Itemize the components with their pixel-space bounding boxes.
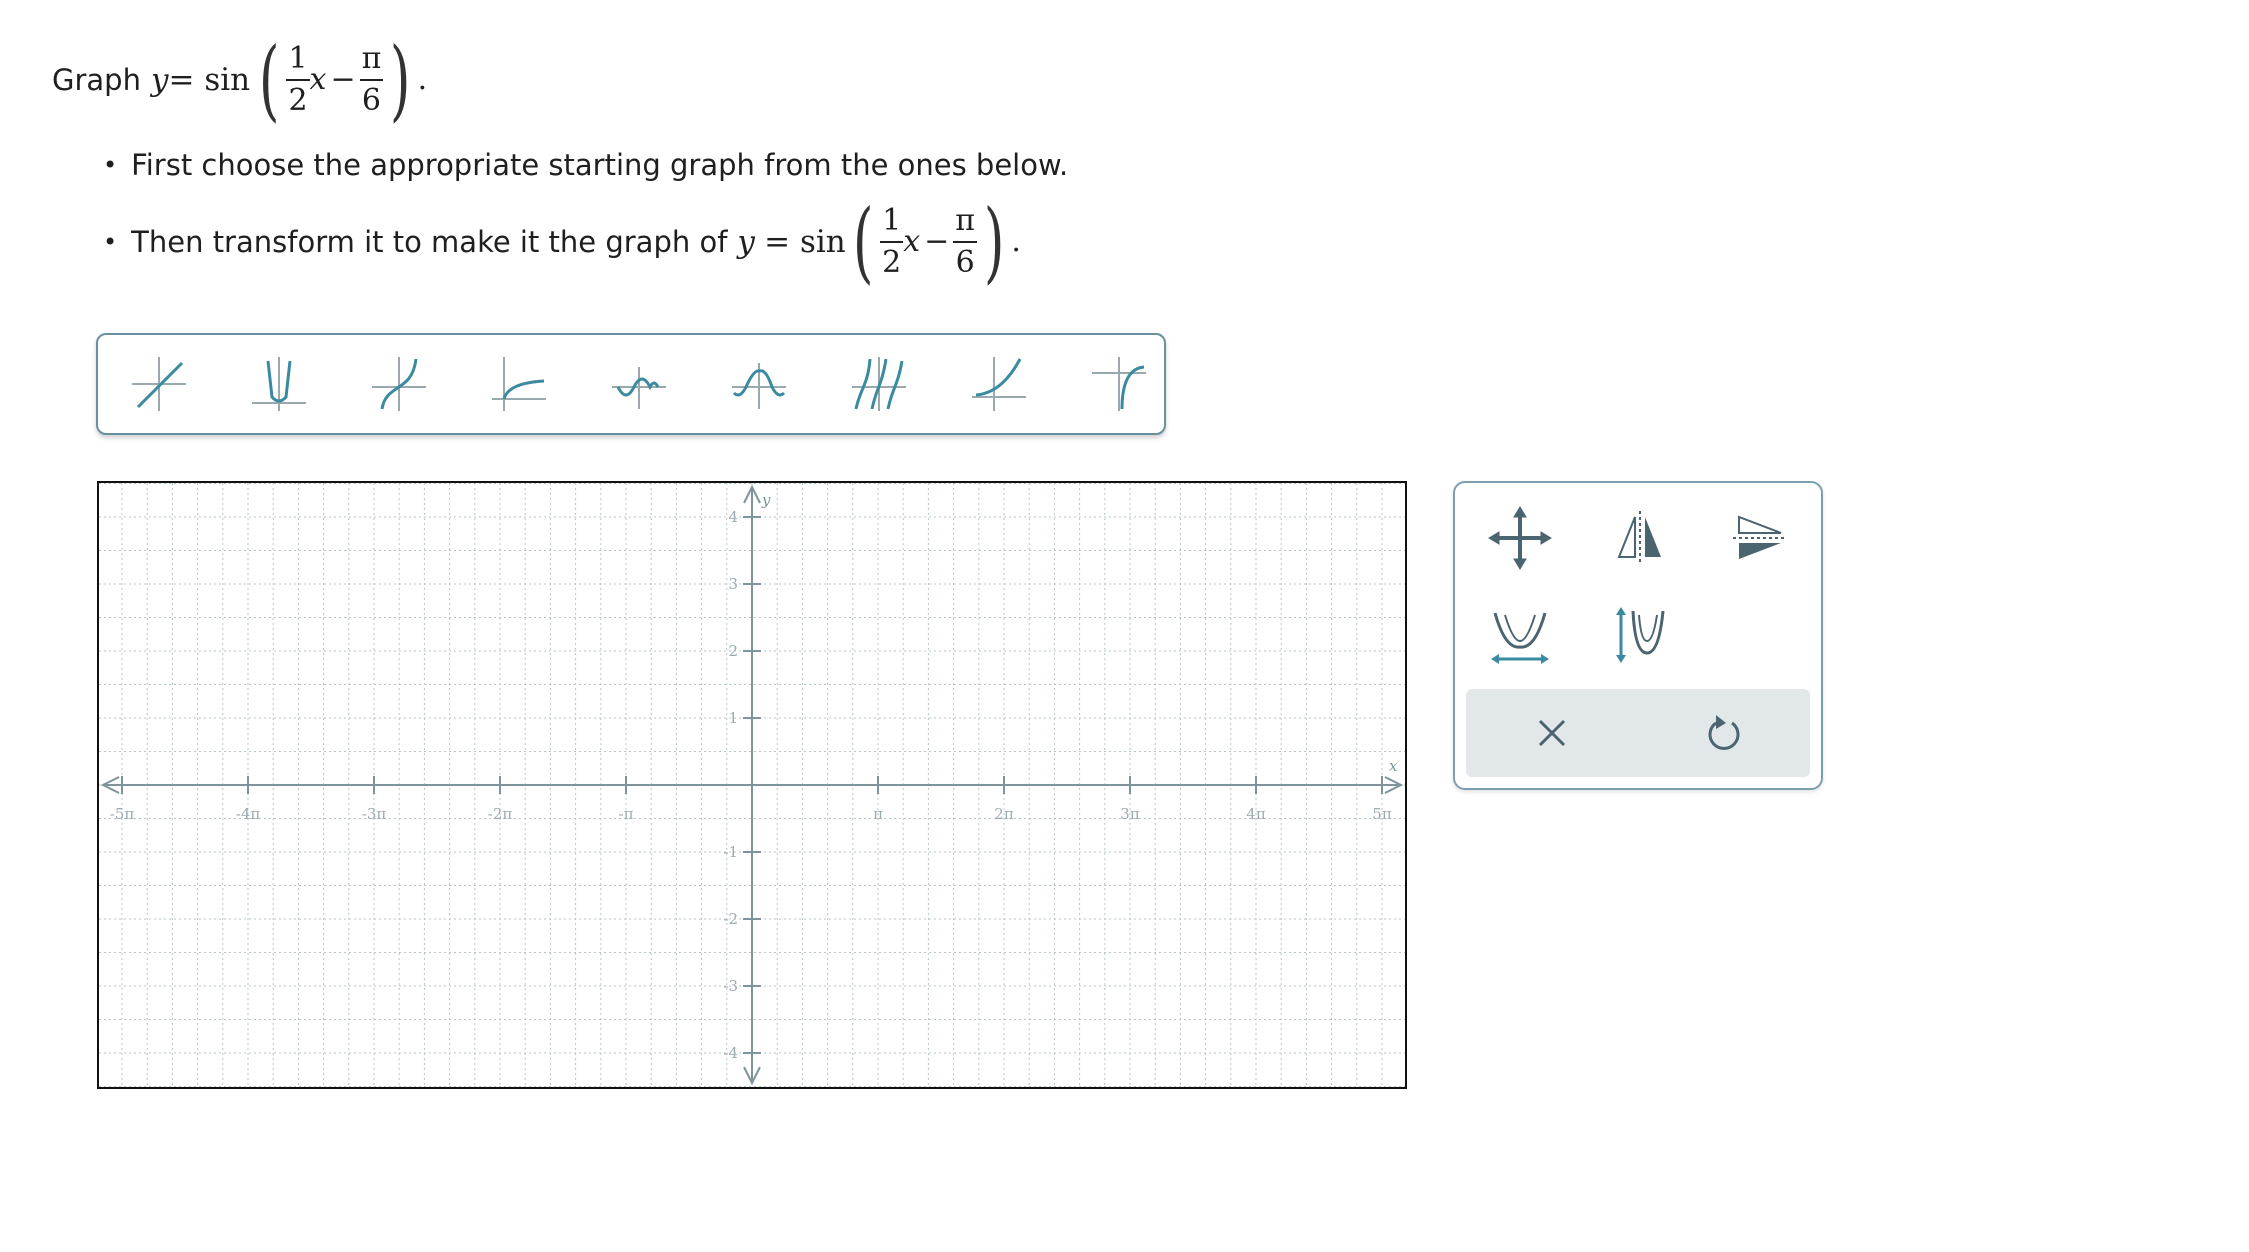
- cosine-graph-icon[interactable]: [728, 353, 790, 415]
- prompt-var: y: [150, 61, 169, 98]
- tangent-graph-icon[interactable]: [848, 353, 910, 415]
- left-paren: (: [258, 28, 280, 131]
- linear-graph-icon[interactable]: [128, 353, 190, 415]
- y-tick-label: 3: [728, 575, 738, 593]
- cubic-graph-icon[interactable]: [368, 353, 430, 415]
- fraction-pi-6: π 6: [953, 202, 977, 280]
- x-tick-label: 2π: [994, 805, 1014, 823]
- instruction-2-text: Then transform it to make it the graph o…: [131, 224, 728, 259]
- fraction-pi-6: π 6: [359, 40, 384, 118]
- exponential-graph-icon[interactable]: [968, 353, 1030, 415]
- axes: [100, 484, 1404, 1086]
- x-tick-label: -4π: [236, 805, 261, 823]
- prompt-eq: = sin: [168, 61, 251, 98]
- reciprocal-graph-icon[interactable]: [1088, 353, 1150, 415]
- instruction-period: .: [1011, 224, 1021, 259]
- absolute-value-graph-icon[interactable]: [248, 353, 310, 415]
- sine-graph-icon[interactable]: [608, 353, 670, 415]
- fraction-half: 1 2: [286, 40, 310, 118]
- x-axis-label: x: [1389, 757, 1398, 775]
- instructions-list: • First choose the appropriate starting …: [103, 148, 1068, 301]
- right-paren: ): [390, 28, 411, 131]
- instruction-eq: = sin: [764, 223, 846, 260]
- bullet-dot: •: [103, 227, 118, 256]
- starting-graph-toolbar: [96, 333, 1166, 435]
- y-tick-label: 4: [728, 508, 738, 526]
- clear-icon[interactable]: [1522, 703, 1582, 763]
- y-tick-label: -1: [723, 843, 738, 861]
- instruction-var: y: [737, 223, 755, 260]
- fraction-half: 1 2: [880, 202, 904, 280]
- square-root-graph-icon[interactable]: [488, 353, 550, 415]
- ticks: x y -5π -4π -3π -2π -π π 2π 3π 4π 5π 4 3 2 1 -1 -2 -3 -4: [110, 491, 1398, 1062]
- prompt-x: x: [309, 62, 327, 97]
- reflect-horizontal-icon[interactable]: [1605, 503, 1675, 573]
- y-tick-label: -4: [723, 1044, 738, 1062]
- horizontal-stretch-icon[interactable]: [1485, 601, 1555, 671]
- instruction-1: • First choose the appropriate starting …: [103, 148, 1068, 182]
- graphing-canvas[interactable]: x y -5π -4π -3π -2π -π π 2π 3π 4π 5π 4 3 2 1 -1 -2 -3 -4: [97, 481, 1407, 1089]
- x-tick-label: -2π: [488, 805, 513, 823]
- instruction-2: • Then transform it to make it the graph…: [103, 190, 1068, 293]
- x-tick-label: -5π: [110, 805, 135, 823]
- x-tick-label: -π: [619, 805, 634, 823]
- prompt-lead: Graph: [52, 62, 141, 97]
- undo-icon[interactable]: [1694, 703, 1754, 763]
- x-tick-label: 3π: [1120, 805, 1140, 823]
- instruction-1-text: First choose the appropriate starting gr…: [131, 148, 1069, 182]
- bullet-dot: •: [103, 151, 118, 179]
- y-axis-label: y: [761, 491, 771, 509]
- y-tick-label: -3: [723, 977, 738, 995]
- right-paren: ): [983, 190, 1005, 293]
- transformation-tools-panel: [1453, 481, 1823, 790]
- instruction-minus: −: [924, 224, 950, 259]
- tool-action-bar: [1466, 689, 1810, 777]
- problem-statement: Graph y = sin ( 1 2 x − π 6 ) .: [52, 28, 427, 131]
- reflect-vertical-icon[interactable]: [1725, 503, 1795, 573]
- y-tick-label: 2: [728, 642, 738, 660]
- vertical-stretch-icon[interactable]: [1605, 601, 1675, 671]
- coordinate-plane[interactable]: x y -5π -4π -3π -2π -π π 2π 3π 4π 5π 4 3 2 1 -1 -2 -3 -4: [99, 483, 1405, 1087]
- x-tick-label: -3π: [362, 805, 387, 823]
- instruction-x: x: [903, 224, 921, 259]
- y-tick-label: 1: [728, 709, 738, 727]
- left-paren: (: [852, 190, 874, 293]
- x-tick-label: π: [873, 805, 883, 823]
- move-icon[interactable]: [1485, 503, 1555, 573]
- x-tick-label: 5π: [1372, 805, 1392, 823]
- x-tick-label: 4π: [1246, 805, 1266, 823]
- y-tick-label: -2: [723, 910, 738, 928]
- prompt-minus: −: [330, 62, 356, 97]
- prompt-period: .: [417, 62, 428, 97]
